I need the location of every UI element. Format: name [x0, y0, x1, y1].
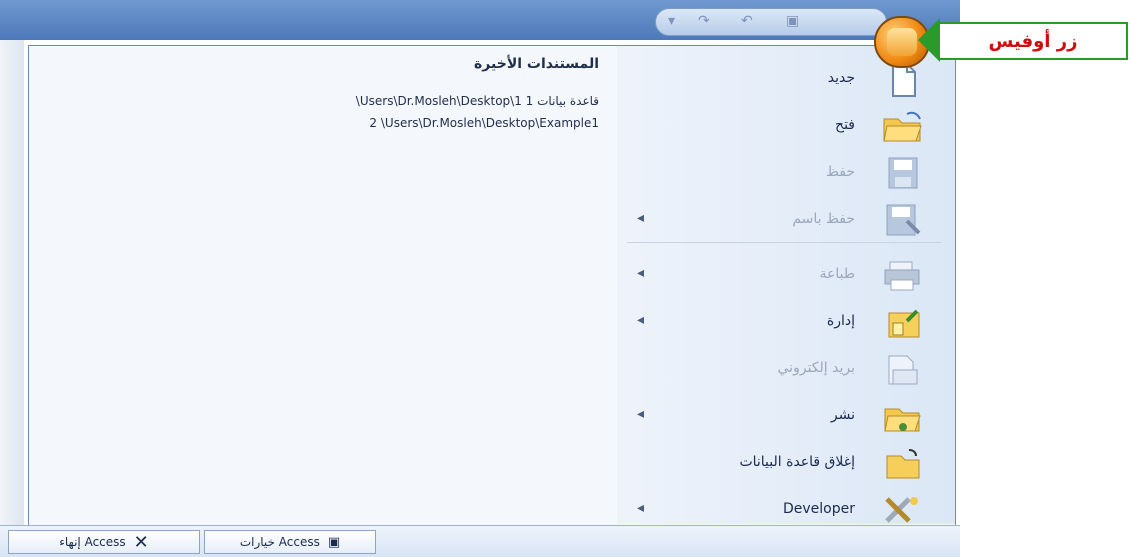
save-as-icon [875, 201, 929, 239]
submenu-arrow-icon: ◂ [637, 210, 645, 226]
close-database-icon [875, 444, 929, 482]
office-commands-panel: جديد فتح حفظ حفظ باسم ◂ طباعة ◂ إدارة ◂ … [617, 46, 955, 524]
command-publish[interactable]: نشر ◂ [617, 393, 955, 437]
publish-icon [875, 397, 929, 435]
developer-tools-icon [875, 491, 929, 529]
office-button-callout: زر أوفيس [938, 22, 1128, 60]
left-ribbon-strip [0, 40, 24, 556]
exit-access-button[interactable]: إنهاء Access ✕ [8, 530, 200, 554]
close-icon: ✕ [133, 531, 149, 553]
office-logo-icon [887, 28, 917, 56]
recent-documents-title: المستندات الأخيرة [474, 56, 599, 72]
command-print[interactable]: طباعة ◂ [617, 252, 955, 296]
command-save-as[interactable]: حفظ باسم ◂ [617, 197, 955, 241]
command-email[interactable]: بريد إلكتروني [617, 346, 955, 390]
access-options-label: خيارات Access [239, 535, 320, 549]
command-manage[interactable]: إدارة ◂ [617, 299, 955, 343]
command-label: إدارة [826, 313, 855, 329]
commands-separator [627, 242, 941, 243]
options-icon: ▣ [327, 534, 341, 550]
submenu-arrow-icon: ◂ [637, 406, 645, 422]
access-options-button[interactable]: خيارات Access ▣ [204, 530, 376, 554]
recent-document-item[interactable]: \Users\Dr.Mosleh\Desktop\1 قاعدة بيانات … [356, 94, 599, 108]
command-label: Developer [782, 501, 855, 517]
printer-icon [875, 256, 929, 294]
command-label: إغلاق قاعدة البيانات [739, 454, 855, 470]
submenu-arrow-icon: ◂ [637, 312, 645, 328]
command-label: جديد [827, 70, 855, 86]
qat-undo-icon[interactable]: ↶ [741, 13, 753, 29]
command-label: فتح [835, 117, 855, 133]
qat-save-icon[interactable]: ▣ [786, 13, 799, 29]
office-menu: المستندات الأخيرة \Users\Dr.Mosleh\Deskt… [28, 45, 956, 527]
exit-access-label: إنهاء Access [59, 535, 126, 549]
command-open[interactable]: فتح [617, 103, 955, 147]
command-label: نشر [830, 407, 855, 423]
submenu-arrow-icon: ◂ [637, 500, 645, 516]
manage-icon [875, 303, 929, 341]
command-label: طباعة [819, 266, 856, 282]
command-save[interactable]: حفظ [617, 150, 955, 194]
command-label: بريد إلكتروني [777, 360, 855, 376]
email-icon [875, 350, 929, 388]
recent-document-item[interactable]: 2 \Users\Dr.Mosleh\Desktop\Example1 [369, 116, 599, 130]
submenu-arrow-icon: ◂ [637, 265, 645, 281]
quick-access-toolbar[interactable]: ▾ ↷ ↶ ▣ [655, 8, 887, 36]
callout-pointer [918, 18, 940, 62]
command-label: حفظ باسم [792, 211, 855, 227]
qat-redo-icon[interactable]: ↷ [698, 13, 710, 29]
qat-dropdown-icon[interactable]: ▾ [668, 13, 675, 29]
command-label: حفظ [825, 164, 855, 180]
command-close-database[interactable]: إغلاق قاعدة البيانات [617, 440, 955, 484]
save-icon [875, 154, 929, 192]
recent-documents-panel: المستندات الأخيرة \Users\Dr.Mosleh\Deskt… [29, 46, 618, 524]
office-menu-footer: إنهاء Access ✕ خيارات Access ▣ [0, 525, 960, 557]
open-folder-icon [875, 107, 929, 145]
